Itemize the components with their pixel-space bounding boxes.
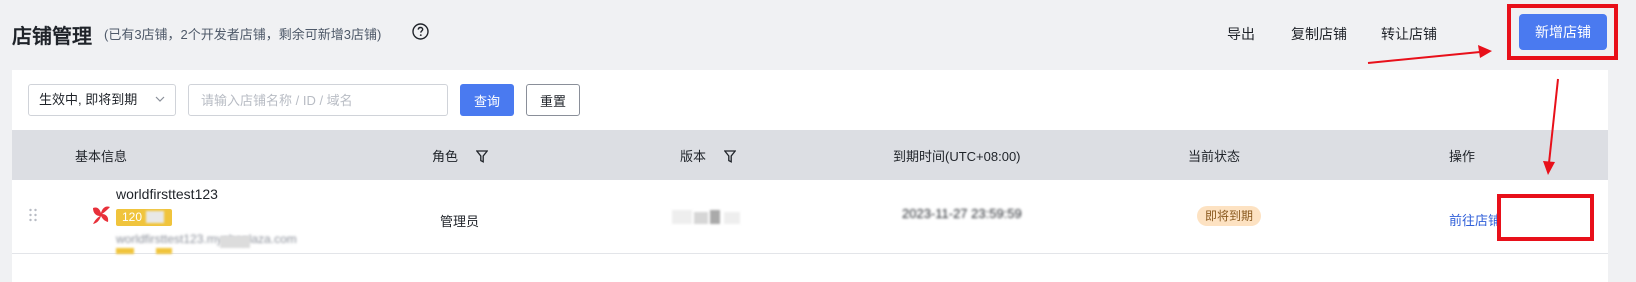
help-icon[interactable]: [412, 23, 429, 40]
redaction-blur: [220, 236, 250, 248]
page-header: 店铺管理 (已有3店铺，2个开发者店铺，剩余可新增3店铺) 导出 复制店铺 转让…: [0, 0, 1636, 66]
chevron-down-icon: [155, 96, 165, 102]
redaction-blur: [694, 212, 708, 224]
column-version-label: 版本: [680, 149, 707, 164]
filter-icon[interactable]: [475, 150, 488, 163]
store-id: 120: [122, 210, 143, 224]
column-status: 当前状态: [1188, 149, 1241, 164]
role-cell: 管理员: [440, 214, 480, 229]
status-filter-value: 生效中, 即将到期: [39, 92, 138, 107]
store-name: worldfirsttest123: [116, 186, 218, 202]
store-list-card: 生效中, 即将到期 查询 重置 基本信息 角色 版本 到期时间(UT: [12, 70, 1608, 282]
export-button[interactable]: 导出: [1227, 24, 1255, 44]
column-version: 版本: [680, 146, 736, 165]
reset-button[interactable]: 重置: [526, 84, 580, 116]
status-filter-select[interactable]: 生效中, 即将到期: [28, 84, 176, 116]
redaction-blur: [146, 211, 164, 223]
store-management-page: 店铺管理 (已有3店铺，2个开发者店铺，剩余可新增3店铺) 导出 复制店铺 转让…: [0, 0, 1636, 282]
column-expiry: 到期时间(UTC+08:00): [893, 149, 1021, 164]
query-button[interactable]: 查询: [460, 84, 514, 116]
column-role-label: 角色: [432, 149, 459, 164]
redaction-blur: [156, 248, 172, 254]
redaction-blur: [116, 248, 134, 254]
copy-store-button[interactable]: 复制店铺: [1291, 24, 1347, 44]
table-row: worldfirsttest123 120 worldfirsttest123.…: [12, 180, 1608, 254]
goto-store-link[interactable]: 前往店铺: [1449, 210, 1501, 229]
redaction-blur: [724, 212, 740, 224]
status-badge: 即将到期: [1197, 206, 1262, 226]
expiry-cell: 2023-11-27 23:59:59: [902, 206, 1022, 221]
page-title: 店铺管理: [12, 26, 92, 48]
store-quota-text: (已有3店铺，2个开发者店铺，剩余可新增3店铺): [104, 27, 382, 42]
store-search-input[interactable]: [188, 84, 448, 116]
redaction-blur: [672, 210, 692, 224]
table-header: 基本信息 角色 版本 到期时间(UTC+08:00) 当前状态 操作: [12, 130, 1608, 180]
column-role: 角色: [432, 146, 488, 165]
column-actions: 操作: [1449, 149, 1476, 164]
column-basic-info: 基本信息: [75, 149, 128, 164]
version-cell-redacted: [672, 208, 742, 226]
transfer-store-button[interactable]: 转让店铺: [1381, 24, 1437, 44]
add-store-button[interactable]: 新增店铺: [1519, 14, 1607, 50]
filter-icon[interactable]: [723, 150, 736, 163]
store-domain: worldfirsttest123.myshoplaza.com: [116, 232, 297, 246]
redaction-blur: [710, 210, 720, 224]
store-logo-icon: [93, 206, 110, 224]
drag-handle-icon[interactable]: [28, 208, 38, 222]
